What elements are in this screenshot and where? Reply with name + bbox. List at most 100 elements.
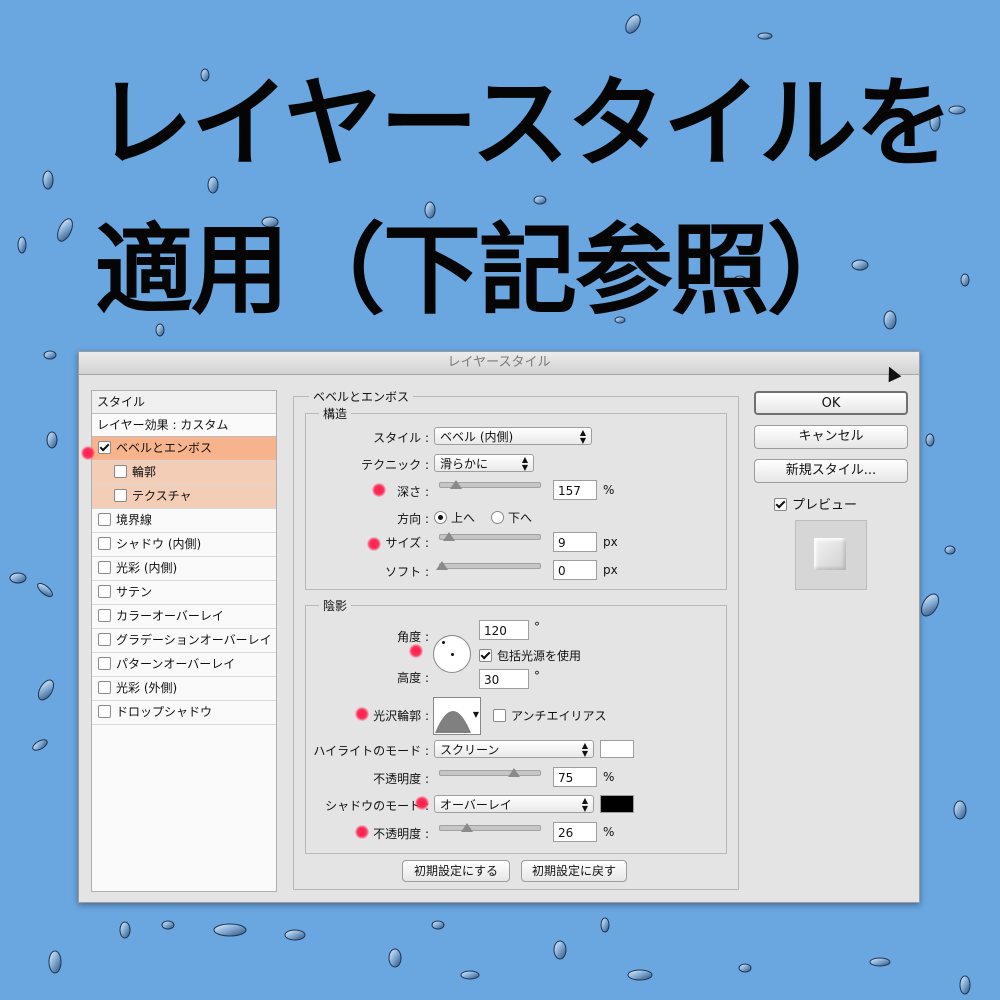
soften-field[interactable]: 0: [553, 560, 597, 580]
depth-unit: %: [603, 483, 615, 497]
stroke-checkbox[interactable]: [98, 513, 111, 526]
contour-checkbox[interactable]: [114, 465, 127, 478]
make-default-button[interactable]: 初期設定にする: [402, 860, 510, 882]
global-light-checkbox[interactable]: 包括光源を使用: [479, 647, 581, 664]
style-item-texture[interactable]: テクスチャ: [92, 485, 276, 509]
highlight-opacity-field[interactable]: 75: [553, 767, 597, 787]
preview-label: プレビュー: [792, 498, 858, 513]
ok-button[interactable]: OK: [754, 391, 908, 415]
size-field[interactable]: 9: [553, 532, 597, 552]
technique-select[interactable]: 滑らかに ▲ ▼: [434, 454, 534, 472]
style-item-label: カラーオーバーレイ: [116, 609, 224, 623]
style-item-outer-glow[interactable]: 光彩 (外側): [92, 677, 276, 701]
style-item-inner-glow[interactable]: 光彩 (内側): [92, 557, 276, 581]
depth-label: 深さ :: [397, 485, 429, 499]
altitude-unit: °: [534, 669, 540, 683]
styles-list: スタイル レイヤー効果 : カスタム ベベルとエンボス 輪郭 テクスチャ 境界線…: [91, 390, 277, 892]
angle-field[interactable]: 120: [479, 620, 529, 640]
highlight-color-swatch[interactable]: [600, 740, 634, 758]
style-item-label: サテン: [116, 585, 153, 599]
size-slider-thumb[interactable]: [442, 532, 455, 541]
angle-dial-dot: [442, 641, 445, 644]
highlight-mode-select[interactable]: スクリーン ▲ ▼: [434, 740, 594, 758]
altitude-label: 高度 :: [397, 671, 429, 685]
gloss-contour-picker[interactable]: ▼: [433, 697, 481, 735]
gloss-contour-curve-icon: [435, 711, 471, 733]
direction-up-radio[interactable]: 上へ: [434, 509, 475, 526]
outer-glow-checkbox[interactable]: [98, 681, 111, 694]
technique-select-value: 滑らかに: [440, 457, 489, 471]
style-item-label: 光彩 (内側): [116, 561, 178, 575]
preview-checkbox[interactable]: プレビュー: [774, 494, 857, 513]
drop-shadow-checkbox[interactable]: [98, 705, 111, 718]
angle-unit: °: [534, 620, 540, 634]
shadow-opacity-field[interactable]: 26: [553, 822, 597, 842]
reset-default-button[interactable]: 初期設定に戻す: [521, 860, 627, 882]
style-item-bevel-emboss[interactable]: ベベルとエンボス: [92, 437, 276, 461]
style-item-pattern-overlay[interactable]: パターンオーバーレイ: [92, 653, 276, 677]
radio-off-icon: [491, 511, 504, 524]
gradient-overlay-checkbox[interactable]: [98, 633, 111, 646]
soften-slider[interactable]: [436, 561, 541, 570]
highlight-opacity-slider[interactable]: [439, 768, 541, 777]
pattern-overlay-checkbox[interactable]: [98, 657, 111, 670]
style-select[interactable]: ベベル (内側) ▲ ▼: [434, 427, 592, 445]
global-light-check-icon: [479, 649, 492, 662]
effects-header[interactable]: レイヤー効果 : カスタム: [92, 414, 276, 437]
bevel-checkbox[interactable]: [98, 441, 111, 454]
soften-slider-thumb[interactable]: [436, 561, 448, 570]
shadow-opacity-thumb[interactable]: [460, 823, 473, 832]
shadow-opacity-slider[interactable]: [439, 823, 541, 832]
shadow-color-swatch[interactable]: [600, 795, 634, 813]
direction-down-radio[interactable]: 下へ: [491, 509, 532, 526]
satin-checkbox[interactable]: [98, 585, 111, 598]
shadow-mode-select[interactable]: オーバーレイ ▲ ▼: [434, 795, 594, 813]
global-light-label: 包括光源を使用: [497, 649, 582, 663]
style-item-label: 境界線: [116, 513, 153, 527]
style-item-gradient-overlay[interactable]: グラデーションオーバーレイ: [92, 629, 276, 653]
altitude-field[interactable]: 30: [479, 669, 529, 689]
style-item-color-overlay[interactable]: カラーオーバーレイ: [92, 605, 276, 629]
color-overlay-checkbox[interactable]: [98, 609, 111, 622]
highlight-mode-value: スクリーン: [440, 743, 500, 757]
size-slider[interactable]: [439, 532, 541, 541]
preview-check-icon: [774, 498, 787, 511]
style-item-label: グラデーションオーバーレイ: [116, 633, 272, 647]
soften-label: ソフト :: [385, 565, 429, 579]
preview-thumbnail: [795, 520, 867, 590]
style-item-stroke[interactable]: 境界線: [92, 509, 276, 533]
depth-slider-thumb[interactable]: [450, 480, 463, 489]
highlight-opacity-thumb[interactable]: [508, 768, 520, 777]
layer-style-dialog: レイヤースタイル スタイル レイヤー効果 : カスタム ベベルとエンボス 輪郭 …: [78, 351, 920, 903]
updown-icon: ▲ ▼: [581, 741, 588, 758]
shadow-mode-value: オーバーレイ: [440, 798, 512, 812]
antialias-checkbox[interactable]: アンチエイリアス: [493, 707, 607, 724]
depth-slider[interactable]: [439, 480, 541, 489]
styles-header[interactable]: スタイル: [92, 391, 276, 414]
style-select-value: ベベル (内側): [440, 430, 514, 444]
angle-dial[interactable]: [433, 635, 471, 673]
texture-checkbox[interactable]: [114, 489, 127, 502]
antialias-check-icon: [493, 709, 506, 722]
style-item-contour[interactable]: 輪郭: [92, 461, 276, 485]
inner-shadow-checkbox[interactable]: [98, 537, 111, 550]
new-style-button[interactable]: 新規スタイル...: [754, 459, 908, 483]
direction-down-label: 下へ: [508, 511, 533, 525]
style-item-inner-shadow[interactable]: シャドウ (内側): [92, 533, 276, 557]
bevel-section-title: ベベルとエンボス: [309, 388, 414, 405]
style-item-satin[interactable]: サテン: [92, 581, 276, 605]
inner-glow-checkbox[interactable]: [98, 561, 111, 574]
shadow-opacity-label: 不透明度 :: [373, 827, 429, 841]
marker-dot: [415, 796, 429, 810]
style-item-drop-shadow[interactable]: ドロップシャドウ: [92, 701, 276, 725]
angle-label: 角度 :: [397, 630, 429, 644]
depth-field[interactable]: 157: [553, 480, 597, 500]
updown-icon: ▲ ▼: [579, 428, 586, 445]
technique-label: テクニック :: [361, 458, 429, 472]
direction-label: 方向 :: [397, 512, 429, 526]
size-label: サイズ :: [385, 536, 430, 550]
cancel-button[interactable]: キャンセル: [754, 425, 908, 449]
gloss-contour-label: 光沢輪郭 :: [373, 709, 429, 723]
highlight-opacity-label: 不透明度 :: [373, 772, 429, 786]
soften-unit: px: [603, 563, 618, 577]
